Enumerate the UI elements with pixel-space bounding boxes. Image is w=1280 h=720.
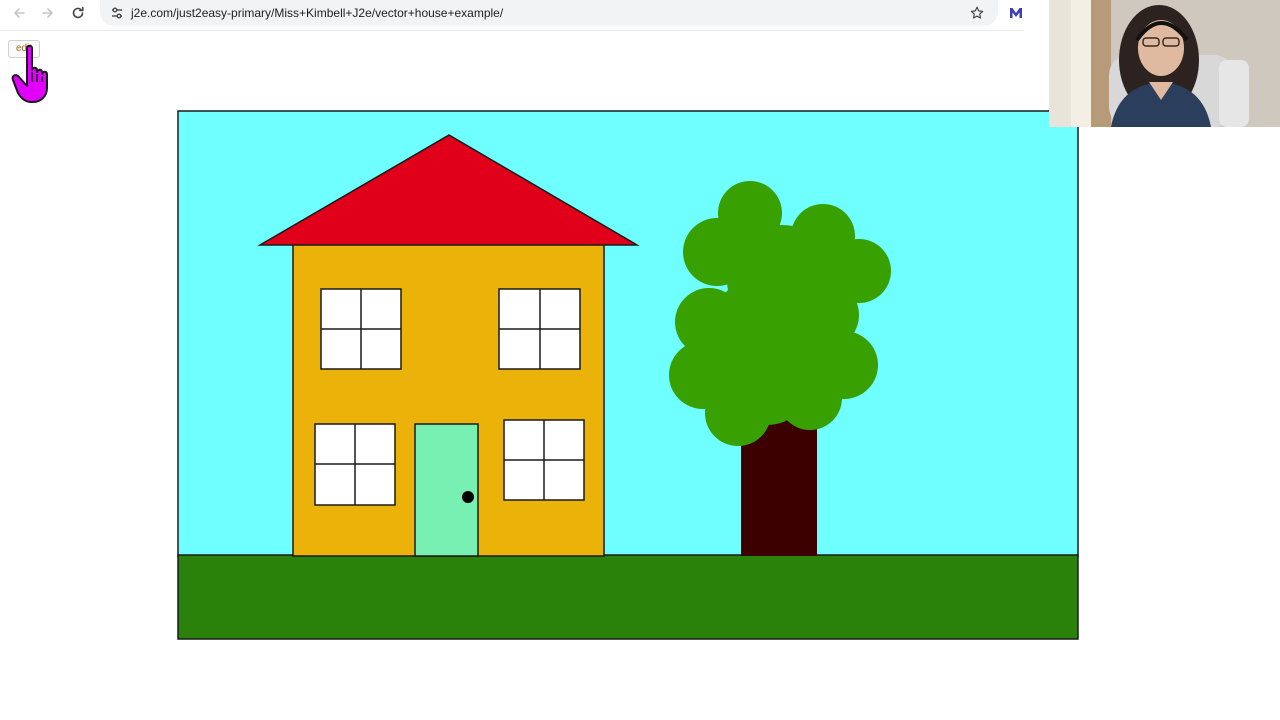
reload-button[interactable] bbox=[68, 3, 88, 23]
window-bottom-left[interactable] bbox=[314, 423, 396, 506]
bookmark-button[interactable] bbox=[968, 4, 986, 22]
tune-icon bbox=[112, 7, 122, 19]
door[interactable] bbox=[414, 423, 479, 557]
reload-icon bbox=[72, 6, 84, 19]
window-bottom-right[interactable] bbox=[503, 419, 585, 501]
arrow-left-icon bbox=[14, 8, 25, 18]
site-settings-button[interactable] bbox=[108, 4, 126, 22]
address-bar[interactable]: j2e.com/just2easy-primary/Miss+Kimbell+J… bbox=[100, 0, 998, 26]
toolbar-divider bbox=[0, 30, 1024, 31]
browser-toolbar: j2e.com/just2easy-primary/Miss+Kimbell+J… bbox=[0, 0, 1024, 26]
grass[interactable] bbox=[177, 554, 1079, 640]
arrow-right-icon bbox=[42, 8, 53, 18]
star-outline-icon bbox=[970, 6, 984, 19]
hand-cursor-icon bbox=[11, 44, 48, 103]
forward-button[interactable] bbox=[38, 3, 58, 23]
presenter-webcam bbox=[1049, 0, 1280, 127]
url-text[interactable]: j2e.com/just2easy-primary/Miss+Kimbell+J… bbox=[131, 6, 503, 20]
extension-button[interactable] bbox=[1008, 5, 1024, 21]
window-top-left[interactable] bbox=[320, 288, 402, 370]
back-button[interactable] bbox=[9, 3, 29, 23]
door-knob[interactable] bbox=[462, 491, 474, 503]
window-top-right[interactable] bbox=[498, 288, 581, 370]
m-logo-icon bbox=[1010, 8, 1022, 18]
drawing-canvas[interactable] bbox=[177, 110, 1079, 641]
